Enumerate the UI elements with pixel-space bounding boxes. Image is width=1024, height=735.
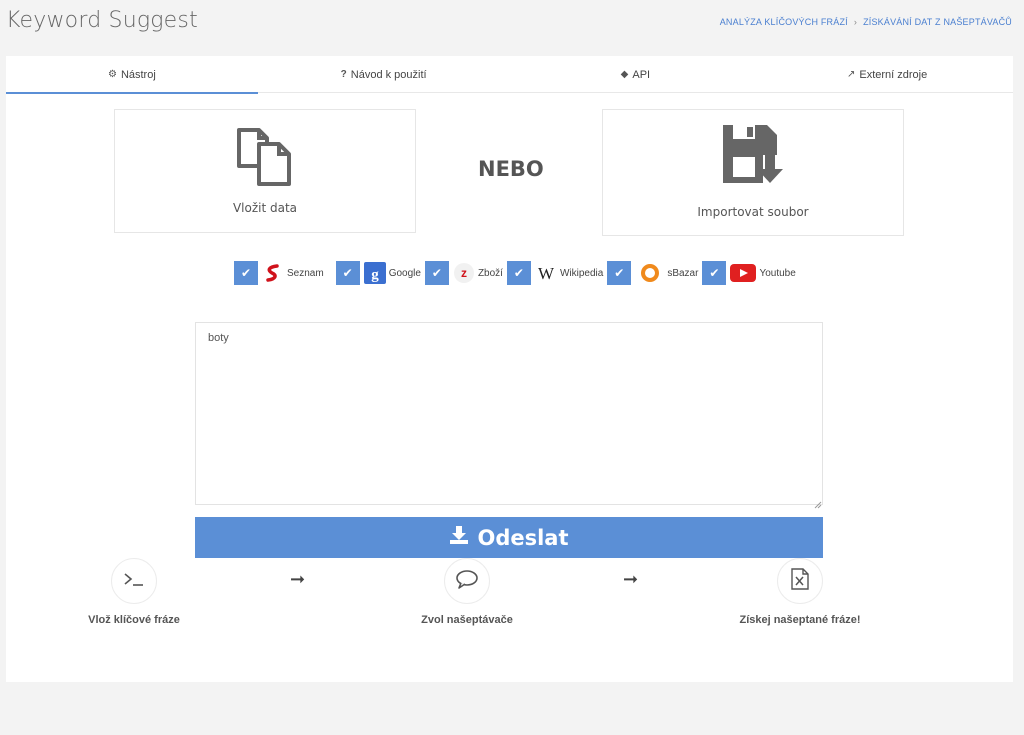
breadcrumb-separator: › — [853, 17, 858, 27]
source-label: Zboží — [477, 267, 503, 279]
source-label: sBazar — [667, 267, 699, 279]
tab-nastroj[interactable]: ⚙ Nástroj — [6, 56, 258, 94]
import-file-button[interactable]: Importovat soubor — [602, 109, 904, 236]
step-circle-3 — [777, 558, 823, 604]
source-sbazar[interactable]: ✔ sBazar — [607, 261, 698, 285]
import-file-label: Importovat soubor — [697, 205, 809, 219]
source-label: Wikipedia — [559, 267, 604, 279]
or-label: NEBO — [478, 157, 544, 181]
breadcrumb: ANALÝZA KLÍČOVÝCH FRÁZÍ › ZÍSKÁVÁNÍ DAT … — [720, 17, 1012, 27]
gears-icon: ⚙ — [107, 69, 117, 80]
terminal-icon — [123, 571, 145, 592]
step-circle-2 — [444, 558, 490, 604]
save-download-icon — [721, 123, 785, 192]
page-title: Keyword Suggest — [6, 8, 198, 33]
checkbox-checked[interactable]: ✔ — [607, 261, 632, 285]
question-icon: ? — [340, 69, 347, 80]
tab-navod[interactable]: ? Návod k použití — [258, 56, 510, 93]
checkbox-checked[interactable]: ✔ — [335, 261, 360, 285]
step-circle-1 — [111, 558, 157, 604]
source-wikipedia[interactable]: ✔ W Wikipedia — [506, 261, 604, 285]
checkbox-checked[interactable]: ✔ — [424, 261, 449, 285]
wikipedia-icon: W — [535, 262, 557, 284]
tab-api[interactable]: ◆ API — [510, 56, 762, 93]
submit-label: Odeslat — [477, 525, 569, 550]
seznam-icon — [262, 262, 284, 284]
download-icon — [449, 525, 469, 550]
submit-button[interactable]: Odeslat — [195, 517, 823, 558]
external-link-icon: ↗ — [846, 69, 856, 80]
tab-externi-zdroje[interactable]: ↗ Externí zdroje — [761, 56, 1013, 93]
tab-label: Nástroj — [120, 68, 156, 81]
main-card: ⚙ Nástroj ? Návod k použití ◆ API ↗ Exte… — [6, 56, 1013, 682]
svg-text:z: z — [461, 266, 467, 280]
source-label: Google — [388, 267, 421, 279]
tab-label: Návod k použití — [350, 68, 427, 81]
tab-label: Externí zdroje — [859, 68, 928, 81]
checkbox-checked[interactable]: ✔ — [234, 261, 258, 285]
svg-text:W: W — [538, 264, 555, 283]
cube-icon: ◆ — [620, 69, 629, 80]
step-label-2: Zvol našeptávače — [421, 614, 513, 626]
source-zbozi[interactable]: ✔ z Zboží — [424, 261, 503, 285]
keywords-textarea[interactable]: boty — [195, 322, 823, 505]
tab-bar: ⚙ Nástroj ? Návod k použití ◆ API ↗ Exte… — [6, 56, 1013, 94]
speech-bubble-icon — [455, 569, 479, 594]
sbazar-icon — [639, 262, 661, 284]
source-selector: ✔ Seznam ✔ g Google ✔ z Zboží ✔ W Wikipe… — [234, 261, 800, 285]
google-icon: g — [363, 262, 386, 284]
arrow-right-icon: ➞ — [290, 569, 306, 589]
tab-label: API — [632, 68, 651, 81]
source-label: Seznam — [287, 267, 324, 279]
source-seznam[interactable]: ✔ Seznam — [234, 261, 324, 285]
breadcrumb-current[interactable]: ZÍSKÁVÁNÍ DAT Z NAŠEPTÁVAČŮ — [863, 17, 1012, 27]
youtube-icon — [730, 262, 757, 284]
resize-handle-icon[interactable] — [814, 496, 822, 509]
svg-text:g: g — [371, 267, 379, 283]
step-label-1: Vlož klíčové fráze — [88, 614, 180, 626]
checkbox-checked[interactable]: ✔ — [702, 261, 727, 285]
zbozi-icon: z — [453, 262, 475, 284]
paste-data-label: Vložit data — [232, 201, 298, 215]
breadcrumb-link-analyza[interactable]: ANALÝZA KLÍČOVÝCH FRÁZÍ — [720, 17, 848, 27]
excel-file-icon — [791, 567, 809, 595]
copy-icon — [233, 124, 297, 193]
checkbox-checked[interactable]: ✔ — [506, 261, 531, 285]
source-google[interactable]: ✔ g Google — [335, 261, 421, 285]
source-label: Youtube — [759, 267, 796, 279]
paste-data-button[interactable]: Vložit data — [114, 109, 416, 233]
step-label-3: Získej našeptané fráze! — [739, 614, 861, 626]
arrow-right-icon: ➞ — [623, 569, 639, 589]
source-youtube[interactable]: ✔ Youtube — [702, 261, 796, 285]
